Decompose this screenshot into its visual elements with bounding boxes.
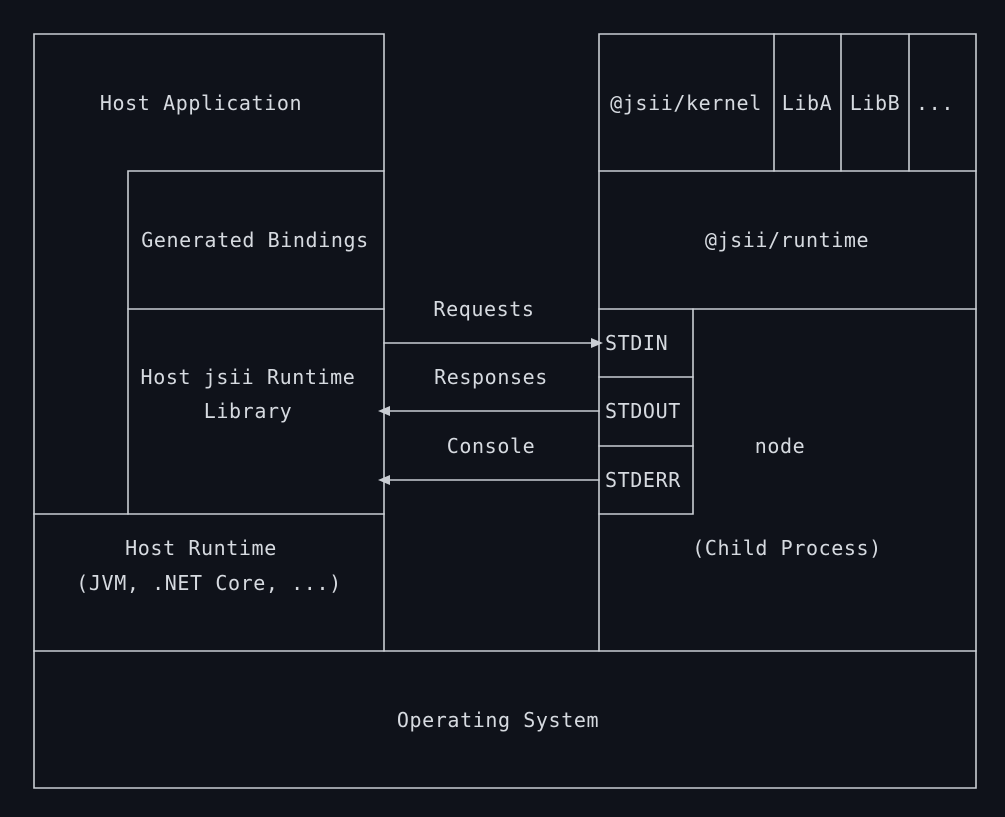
generated-bindings-label: Generated Bindings	[141, 228, 369, 252]
requests-arrow	[383, 338, 603, 348]
stderr-label: STDERR	[605, 468, 681, 492]
console-arrow	[378, 475, 600, 485]
stdin-label: STDIN	[605, 331, 668, 355]
host-runtime-label-line1: Host Runtime	[125, 536, 277, 560]
operating-system-label: Operating System	[397, 708, 599, 732]
liba-label: LibA	[782, 91, 833, 115]
host-runtime-library-label-line1: Host jsii Runtime	[141, 365, 356, 389]
console-label: Console	[447, 434, 536, 458]
generated-bindings-box	[127, 170, 385, 515]
child-process-label: (Child Process)	[692, 536, 882, 560]
stdout-label: STDOUT	[605, 399, 681, 423]
responses-label: Responses	[434, 365, 548, 389]
responses-arrow	[378, 406, 600, 416]
more-libs-label: ...	[916, 91, 954, 115]
libb-label: LibB	[850, 91, 901, 115]
jsii-runtime-label: @jsii/runtime	[705, 228, 869, 252]
architecture-diagram: Host Application Generated Bindings Host…	[33, 33, 977, 789]
host-runtime-library-label-line2: Library	[204, 399, 293, 423]
host-application-label: Host Application	[100, 91, 302, 115]
requests-label: Requests	[433, 297, 534, 321]
host-runtime-label-line2: (JVM, .NET Core, ...)	[76, 571, 341, 595]
node-label: node	[755, 434, 806, 458]
jsii-kernel-label: @jsii/kernel	[610, 91, 762, 115]
